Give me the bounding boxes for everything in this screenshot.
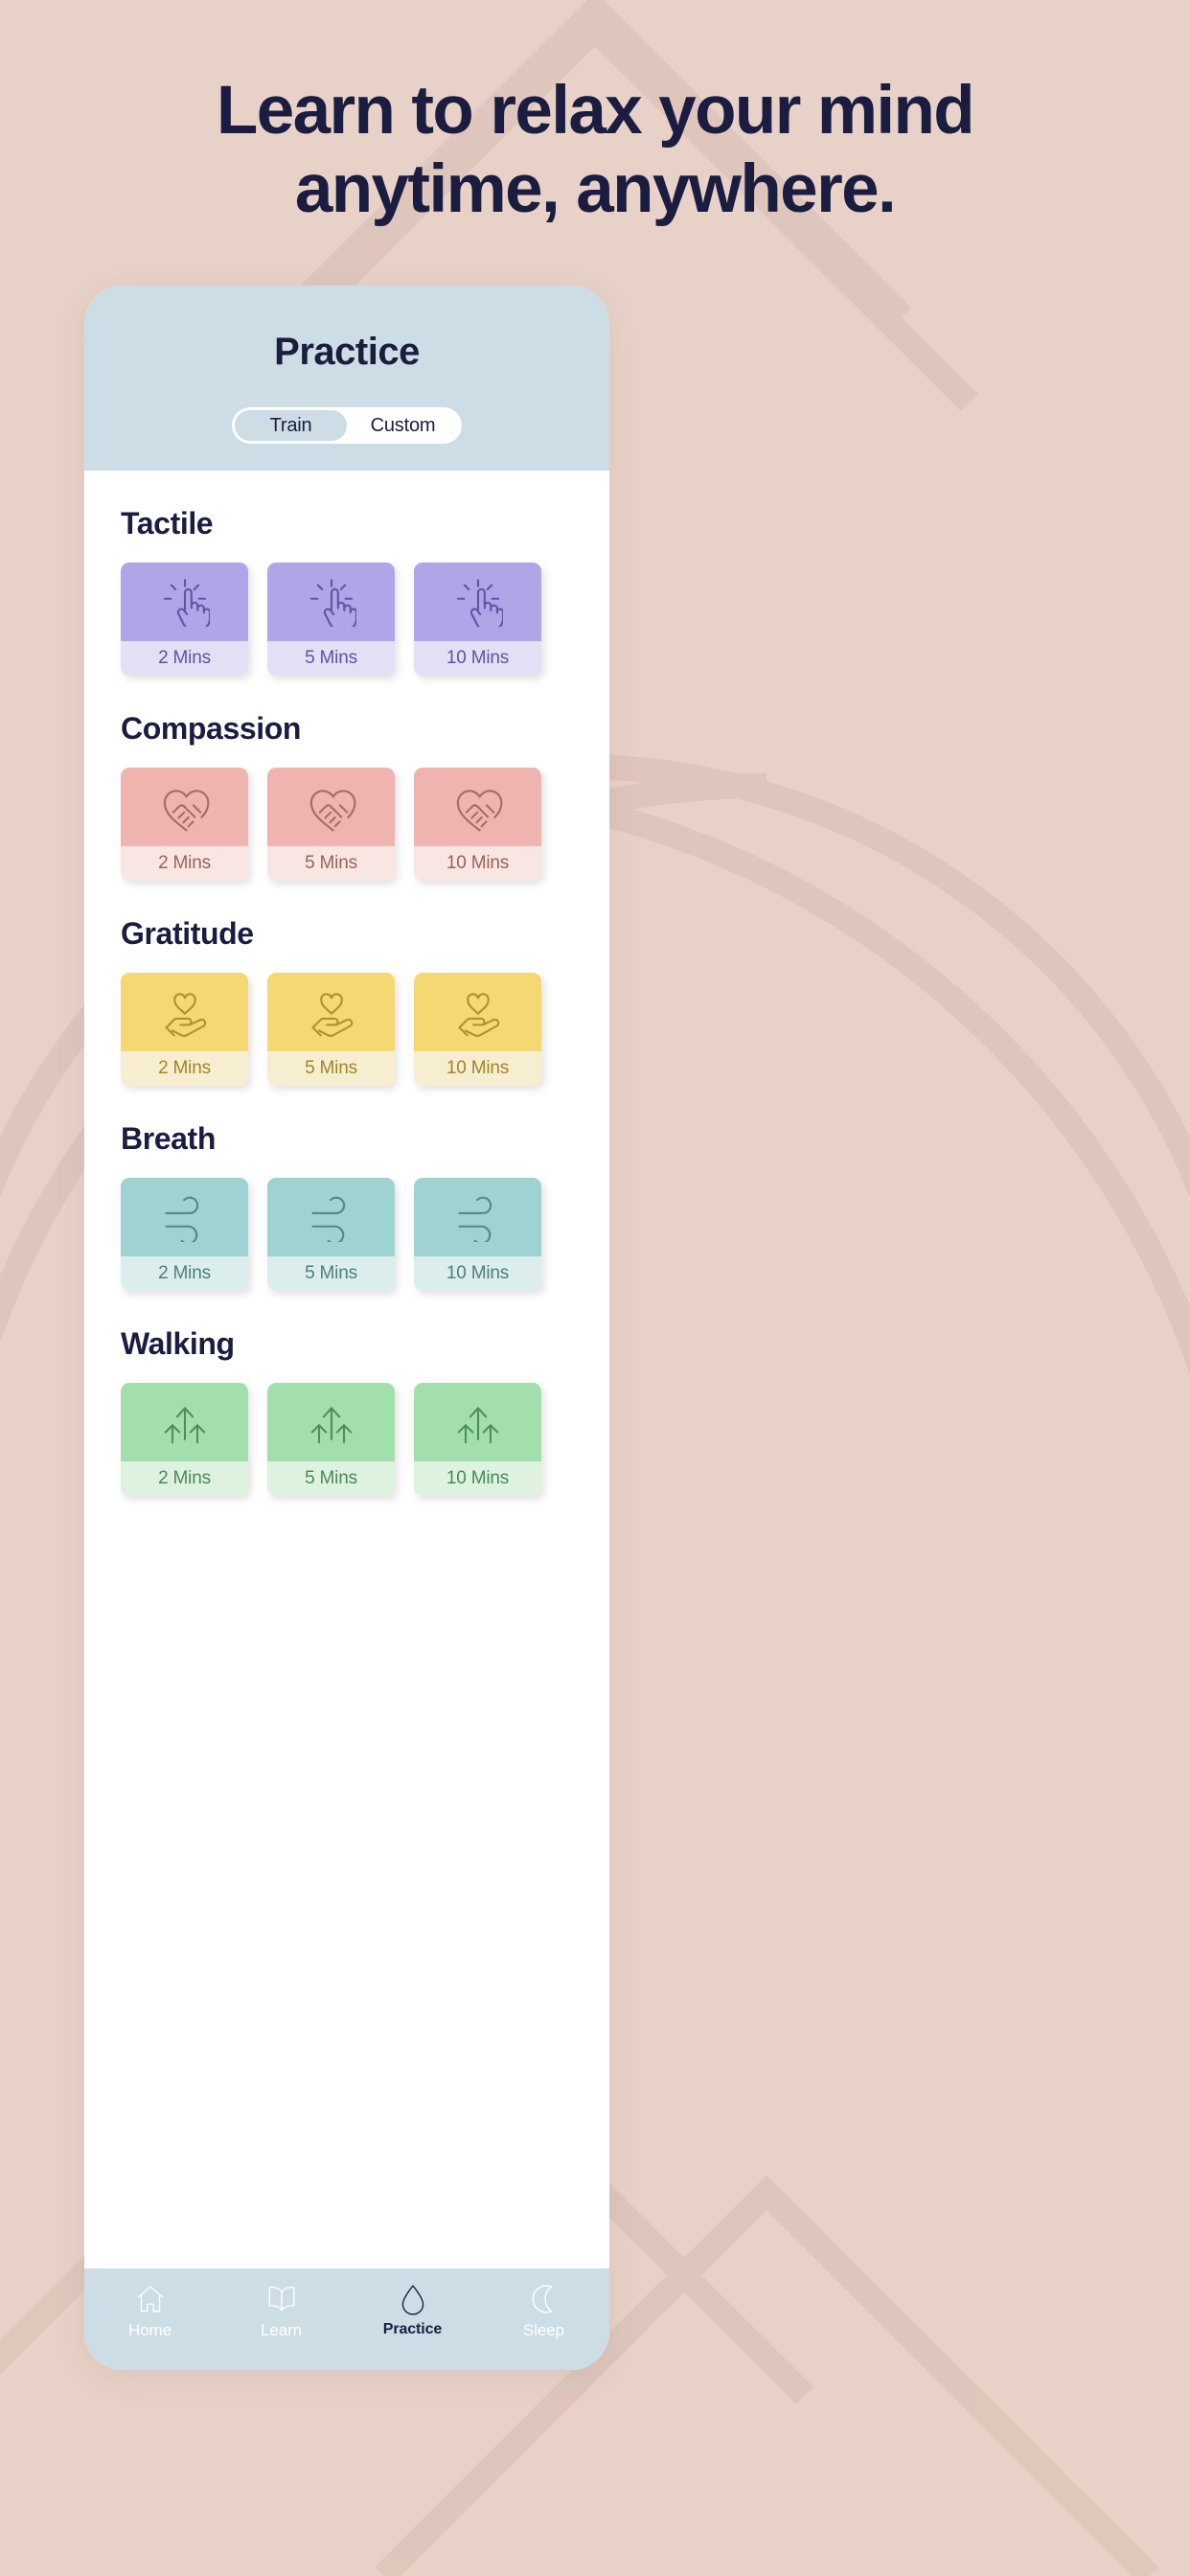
section-title: Compassion: [121, 711, 302, 746]
practice-card[interactable]: 5 Mins: [267, 768, 395, 881]
walking-arrow-icon: [267, 1383, 395, 1461]
duration-card-row: 2 Mins 5 Mins 10 Mins: [121, 1178, 573, 1291]
practice-card[interactable]: 5 Mins: [267, 1178, 395, 1291]
hand-heart-icon: [121, 973, 248, 1051]
duration-card-row: 2 Mins 5 Mins 10 Mins: [121, 1383, 573, 1496]
duration-card-row: 2 Mins 5 Mins 10 Mins: [121, 563, 573, 676]
breath-wave-icon: [121, 1178, 248, 1256]
nav-item-home[interactable]: Home: [84, 2283, 216, 2340]
hand-heart-icon: [414, 973, 541, 1051]
nav-item-sleep[interactable]: Sleep: [478, 2283, 609, 2340]
droplet-icon: [397, 2283, 429, 2315]
practice-card[interactable]: 10 Mins: [414, 973, 541, 1086]
nav-item-label: Practice: [382, 2321, 443, 2337]
practice-section-compassion: Compassion 2 Mins 5 Mins 10 Mins: [84, 676, 609, 881]
toggle-option-train[interactable]: Train: [235, 410, 347, 441]
practice-mode-toggle[interactable]: Train Custom: [232, 407, 462, 444]
nav-item-learn[interactable]: Learn: [216, 2283, 347, 2340]
handshake-heart-icon: [267, 768, 395, 846]
duration-card-row: 2 Mins 5 Mins 10 Mins: [121, 768, 573, 881]
card-duration-label: 2 Mins: [121, 1051, 248, 1086]
practice-card[interactable]: 10 Mins: [414, 563, 541, 676]
practice-section-tactile: Tactile 2 Mins 5 Mins 10 Mins: [84, 471, 609, 676]
card-duration-label: 2 Mins: [121, 1461, 248, 1496]
handshake-heart-icon: [121, 768, 248, 846]
practice-card[interactable]: 2 Mins: [121, 1383, 248, 1496]
screen-header: Practice Train Custom: [84, 286, 609, 471]
practice-card[interactable]: 2 Mins: [121, 1178, 248, 1291]
practice-card[interactable]: 10 Mins: [414, 1383, 541, 1496]
practice-card[interactable]: 2 Mins: [121, 768, 248, 881]
practice-section-gratitude: Gratitude 2 Mins 5 Mins 10 Mins: [84, 881, 609, 1086]
practice-card[interactable]: 2 Mins: [121, 973, 248, 1086]
card-duration-label: 10 Mins: [414, 1461, 541, 1496]
practice-list[interactable]: Tactile 2 Mins 5 Mins 10 Mins Compassion 2 Mi…: [84, 471, 609, 2370]
moon-icon: [528, 2283, 561, 2315]
card-duration-label: 2 Mins: [121, 641, 248, 676]
card-duration-label: 10 Mins: [414, 1256, 541, 1291]
home-icon: [134, 2283, 167, 2315]
bottom-navigation[interactable]: Home Learn Practice Sleep: [84, 2268, 609, 2370]
card-duration-label: 5 Mins: [267, 1461, 395, 1496]
page-title: Learn to relax your mind anytime, anywhe…: [0, 73, 1190, 228]
section-title: Tactile: [121, 506, 214, 540]
practice-card[interactable]: 10 Mins: [414, 768, 541, 881]
card-duration-label: 5 Mins: [267, 641, 395, 676]
practice-card[interactable]: 5 Mins: [267, 563, 395, 676]
card-duration-label: 2 Mins: [121, 1256, 248, 1291]
practice-card[interactable]: 2 Mins: [121, 563, 248, 676]
card-duration-label: 5 Mins: [267, 846, 395, 881]
section-title: Gratitude: [121, 916, 254, 951]
phone-mockup: Practice Train Custom Tactile 2 Mins 5 Min…: [84, 286, 609, 2370]
tap-finger-icon: [414, 563, 541, 641]
practice-card[interactable]: 5 Mins: [267, 973, 395, 1086]
card-duration-label: 10 Mins: [414, 1051, 541, 1086]
toggle-option-custom[interactable]: Custom: [347, 410, 459, 441]
walking-arrow-icon: [414, 1383, 541, 1461]
practice-card[interactable]: 10 Mins: [414, 1178, 541, 1291]
headline-line-2: anytime, anywhere.: [294, 151, 897, 228]
card-duration-label: 10 Mins: [414, 641, 541, 676]
breath-wave-icon: [267, 1178, 395, 1256]
walking-arrow-icon: [121, 1383, 248, 1461]
handshake-heart-icon: [414, 768, 541, 846]
hand-heart-icon: [267, 973, 395, 1051]
practice-section-breath: Breath 2 Mins 5 Mins 10 Mins: [84, 1086, 609, 1291]
section-title: Walking: [121, 1326, 235, 1361]
headline-line-1: Learn to relax your mind: [216, 73, 975, 149]
nav-item-label: Sleep: [523, 2321, 564, 2339]
breath-wave-icon: [414, 1178, 541, 1256]
book-icon: [265, 2283, 298, 2315]
tap-finger-icon: [121, 563, 248, 641]
tap-finger-icon: [267, 563, 395, 641]
practice-section-walking: Walking 2 Mins 5 Mins 10 Mins: [84, 1291, 609, 1496]
nav-item-label: Learn: [261, 2321, 302, 2339]
screen-title: Practice: [274, 331, 420, 373]
card-duration-label: 10 Mins: [414, 846, 541, 881]
nav-item-practice[interactable]: Practice: [347, 2283, 478, 2338]
practice-card[interactable]: 5 Mins: [267, 1383, 395, 1496]
card-duration-label: 5 Mins: [267, 1256, 395, 1291]
nav-item-label: Home: [128, 2321, 172, 2339]
duration-card-row: 2 Mins 5 Mins 10 Mins: [121, 973, 573, 1086]
card-duration-label: 5 Mins: [267, 1051, 395, 1086]
section-title: Breath: [121, 1121, 216, 1156]
card-duration-label: 2 Mins: [121, 846, 248, 881]
